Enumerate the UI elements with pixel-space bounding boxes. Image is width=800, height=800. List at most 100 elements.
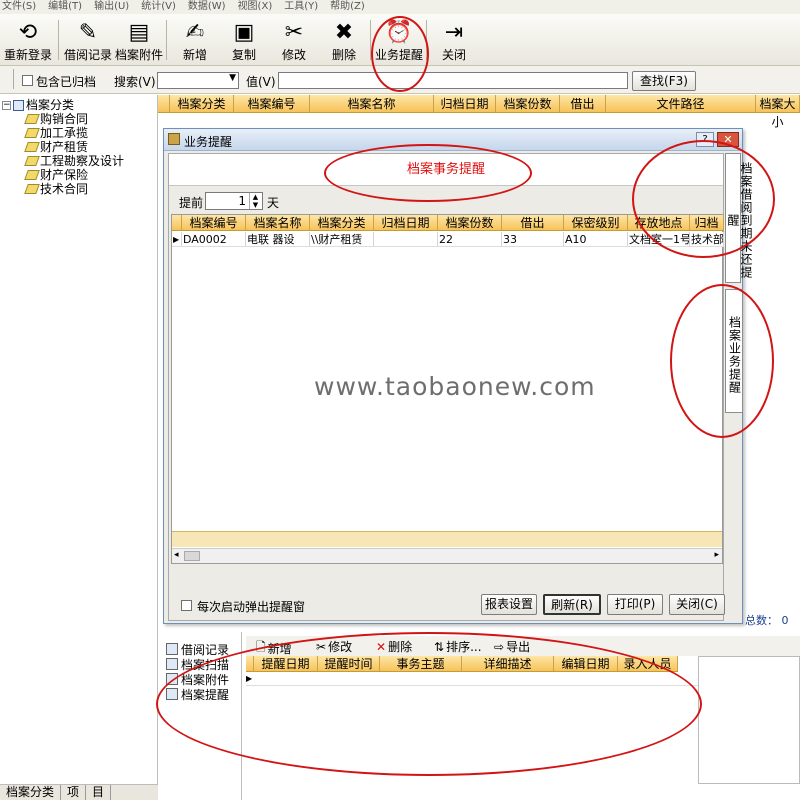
include-archived-checkbox[interactable] <box>22 73 33 87</box>
checkbox-box[interactable] <box>22 75 33 86</box>
col-edit-date[interactable]: 编辑日期 <box>554 656 618 671</box>
col-dept[interactable]: 归档 <box>690 215 724 230</box>
col-remind-time[interactable]: 提醒时间 <box>318 656 380 671</box>
paperclip-icon <box>166 673 178 685</box>
horizontal-scrollbar[interactable]: ◂ ▸ <box>172 548 722 563</box>
tree-item-technology[interactable]: 技术合同 <box>24 182 88 196</box>
help-icon[interactable]: ? <box>696 132 714 147</box>
sub-sort-button[interactable]: ⇅ 排序... <box>434 638 482 655</box>
menu-help[interactable]: 帮助(Z) <box>330 0 365 14</box>
contract-icon <box>24 128 40 138</box>
copy-button[interactable]: ▣ 复制 <box>230 18 258 64</box>
find-button[interactable]: 查找(F3) <box>632 71 696 91</box>
print-button[interactable]: 打印(P) <box>607 594 663 615</box>
col-copies[interactable]: 档案份数 <box>438 215 502 230</box>
nav-attachment[interactable]: 档案附件 <box>166 672 229 687</box>
menu-edit[interactable]: 编辑(T) <box>48 0 82 14</box>
reminder-grid-header: 档案编号 档案名称 档案分类 归档日期 档案份数 借出 保密级别 存放地点 归档 <box>172 215 724 231</box>
search-field-select[interactable]: ▼ <box>157 72 239 89</box>
col-location[interactable]: 存放地点 <box>628 215 690 230</box>
col-size[interactable]: 档案大小 <box>756 95 800 129</box>
sub-delete-button[interactable]: ✕ 删除 <box>376 638 412 655</box>
col-remind-date[interactable]: 提醒日期 <box>254 656 318 671</box>
col-copies[interactable]: 档案份数 <box>496 95 560 112</box>
col-lent[interactable]: 借出 <box>560 95 606 112</box>
cell-archive-date <box>374 232 438 246</box>
relogin-label: 重新登录 <box>4 48 53 62</box>
col-author[interactable]: 录入人员 <box>618 656 678 671</box>
tab-overdue-reminder[interactable]: 档案借阅到期未还提醒 <box>725 153 753 283</box>
table-row[interactable]: ▶ <box>246 672 698 686</box>
spinner-arrows-icon[interactable]: ▲ ▼ <box>249 193 261 209</box>
nav-reminder[interactable]: 档案提醒 <box>166 687 229 702</box>
borrow-record-button[interactable]: ✎ 借阅记录 <box>64 18 112 64</box>
panel-pin-icon[interactable] <box>4 69 14 89</box>
attachment-button[interactable]: ▤ 档案附件 <box>115 18 163 64</box>
tree-item-label: 购销合同 <box>40 112 89 126</box>
scroll-thumb[interactable] <box>184 551 200 561</box>
nav-borrow-records[interactable]: 借阅记录 <box>166 642 229 657</box>
search-value-input[interactable] <box>278 72 628 89</box>
delete-button[interactable]: ✖ 删除 <box>330 18 358 64</box>
tree-item-insurance[interactable]: 财产保险 <box>24 168 89 182</box>
col-number[interactable]: 档案编号 <box>182 215 246 230</box>
main-grid-header: 档案分类 档案编号 档案名称 归档日期 档案份数 借出 文件路径 档案大小 <box>158 95 800 129</box>
status-item: 项 <box>61 785 87 800</box>
menu-view[interactable]: 视图(X) <box>238 0 273 14</box>
relogin-button[interactable]: ⟲ 重新登录 <box>4 18 52 64</box>
collapse-icon[interactable]: − <box>2 100 11 110</box>
scanner-icon <box>166 658 178 670</box>
tab-business-reminder[interactable]: 档案业务提醒 <box>725 289 743 413</box>
report-settings-button[interactable]: 报表设置 <box>481 594 537 615</box>
bottom-nav: 借阅记录 档案扫描 档案附件 档案提醒 <box>158 632 242 800</box>
checkbox-box[interactable] <box>181 600 192 611</box>
row-indicator-header <box>246 656 254 671</box>
detail-panel <box>698 656 800 784</box>
col-name[interactable]: 档案名称 <box>246 215 310 230</box>
close-button[interactable]: 关闭(C) <box>669 594 725 615</box>
edit-button[interactable]: ✂ 修改 <box>280 18 308 64</box>
folder-icon <box>13 99 24 111</box>
col-lent[interactable]: 借出 <box>502 215 564 230</box>
tree-root[interactable]: − 档案分类 <box>2 98 74 112</box>
menu-stats[interactable]: 统计(V) <box>141 0 176 14</box>
col-detail[interactable]: 详细描述 <box>462 656 554 671</box>
contract-icon <box>24 156 40 166</box>
add-button[interactable]: ✍ 新增 <box>181 18 209 64</box>
tree-item-processing[interactable]: 加工承揽 <box>24 126 88 140</box>
dialog-titlebar[interactable]: 业务提醒 ? ✕ <box>164 129 742 151</box>
scroll-right-icon[interactable]: ▸ <box>714 550 719 560</box>
close-icon[interactable]: ✕ <box>717 132 739 147</box>
popup-checkbox[interactable] <box>181 598 192 612</box>
col-secret-level[interactable]: 保密级别 <box>564 215 628 230</box>
col-category[interactable]: 档案分类 <box>170 95 234 112</box>
sub-add-label: 新增 <box>267 642 292 656</box>
col-archive-date[interactable]: 归档日期 <box>434 95 496 112</box>
col-file-path[interactable]: 文件路径 <box>606 95 756 112</box>
days-spinner[interactable]: 1 ▲ ▼ <box>205 192 263 210</box>
col-archive-date[interactable]: 归档日期 <box>374 215 438 230</box>
menu-data[interactable]: 数据(W) <box>188 0 226 14</box>
menu-tools[interactable]: 工具(Y) <box>284 0 318 14</box>
sub-export-button[interactable]: ⇨ 导出 <box>494 638 530 655</box>
col-number[interactable]: 档案编号 <box>234 95 310 112</box>
document-icon <box>166 643 178 655</box>
tree-item-purchase-sales[interactable]: 购销合同 <box>24 112 89 126</box>
menu-file[interactable]: 文件(S) <box>2 0 36 14</box>
menu-output[interactable]: 输出(U) <box>94 0 129 14</box>
tree-item-engineering[interactable]: 工程勘察及设计 <box>24 154 124 168</box>
refresh-button[interactable]: 刷新(R) <box>543 594 601 615</box>
copy-label: 复制 <box>231 48 256 62</box>
sub-edit-button[interactable]: ✂ 修改 <box>316 638 352 655</box>
scroll-left-icon[interactable]: ◂ <box>174 550 179 560</box>
tree-item-label: 财产保险 <box>40 168 89 182</box>
col-subject[interactable]: 事务主题 <box>380 656 462 671</box>
nav-scan[interactable]: 档案扫描 <box>166 657 229 672</box>
col-name[interactable]: 档案名称 <box>310 95 434 112</box>
reminder-button[interactable]: ⏰ 业务提醒 <box>375 18 423 64</box>
col-category[interactable]: 档案分类 <box>310 215 374 230</box>
borrow-record-label: 借阅记录 <box>64 48 113 62</box>
tree-item-lease[interactable]: 财产租赁 <box>24 140 88 154</box>
close-app-button[interactable]: ⇥ 关闭 <box>440 18 468 64</box>
table-row[interactable]: ▶ DA0002 电联 器设 \\财产租赁 22 33 A10 文档室一1号 技… <box>172 232 724 247</box>
